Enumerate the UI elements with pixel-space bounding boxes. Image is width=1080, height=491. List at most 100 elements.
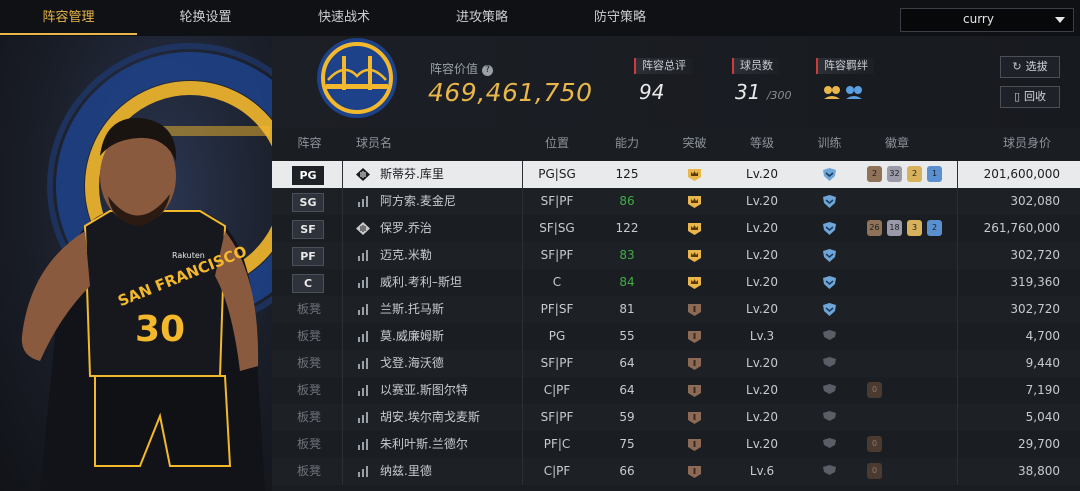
- slot-bench: 板凳: [296, 464, 321, 478]
- table-row[interactable]: 板凳 莫.威廉姆斯 PG 55 Lv.3 4,700: [272, 323, 1080, 350]
- chemistry-link-icon: [824, 86, 862, 99]
- column-divider: [522, 188, 523, 215]
- table-row[interactable]: 板凳 戈登.海沃德 SF|PF 64 Lv.20 9,440: [272, 350, 1080, 377]
- badge-count[interactable]: 2: [927, 220, 942, 236]
- player-price: 319,360: [1010, 275, 1060, 289]
- rank-shield-icon: [688, 304, 701, 316]
- column-divider: [957, 377, 958, 404]
- slot-bench: 板凳: [296, 356, 321, 370]
- col-breakthrough[interactable]: 突破: [667, 128, 722, 158]
- player-name[interactable]: 胡安.埃尔南戈麦斯: [380, 404, 480, 431]
- col-training[interactable]: 训练: [807, 128, 852, 158]
- player-name[interactable]: 莫.威廉姆斯: [380, 323, 444, 350]
- column-divider: [957, 242, 958, 269]
- crown-shield-icon: [688, 223, 701, 235]
- tier-bars-icon: [358, 466, 368, 477]
- table-row[interactable]: 板凳 以赛亚.斯图尔特 C|PF 64 Lv.20 0 7,190: [272, 377, 1080, 404]
- table-row[interactable]: SF 保罗.乔治 SF|SG 122 Lv.20 26 18 3 2 261,760,000: [272, 215, 1080, 242]
- column-divider: [342, 161, 343, 188]
- col-ability[interactable]: 能力: [602, 128, 652, 158]
- player-name[interactable]: 戈登.海沃德: [380, 350, 444, 377]
- tab-rotation[interactable]: 轮换设置: [137, 0, 274, 35]
- table-row[interactable]: 板凳 朱利叶斯.兰德尔 PF|C 75 Lv.20 0 29,700: [272, 431, 1080, 458]
- player-name[interactable]: 斯蒂芬.库里: [380, 161, 444, 188]
- chemistry-icons[interactable]: [822, 83, 864, 105]
- player-ability: 59: [619, 410, 635, 424]
- table-row[interactable]: SG 阿方索.麦金尼 SF|PF 86 Lv.20 302,080: [272, 188, 1080, 215]
- tab-quick-tactics[interactable]: 快速战术: [274, 0, 414, 35]
- training-icon: [823, 195, 836, 208]
- column-divider: [342, 215, 343, 242]
- player-level: Lv.20: [746, 194, 778, 208]
- rank-shield-icon: [688, 439, 701, 451]
- player-ability: 122: [615, 221, 639, 235]
- col-level[interactable]: 等级: [732, 128, 792, 158]
- tab-lineup[interactable]: 阵容管理: [0, 0, 137, 35]
- column-divider: [342, 350, 343, 377]
- recycle-button[interactable]: ▯ 回收: [1000, 86, 1060, 108]
- training-icon: [823, 411, 836, 421]
- tier-bars-icon: [358, 385, 368, 396]
- slot-badge: SF: [292, 220, 324, 239]
- table-row[interactable]: PF 迈克.米勒 SF|PF 83 Lv.20 302,720: [272, 242, 1080, 269]
- rank-shield-icon: [688, 385, 701, 397]
- player-level: Lv.3: [749, 329, 775, 343]
- badge-count[interactable]: 1: [927, 166, 942, 182]
- table-row[interactable]: C 威利.考利–斯坦 C 84 Lv.20 319,360: [272, 269, 1080, 296]
- column-divider: [522, 296, 523, 323]
- column-divider: [342, 269, 343, 296]
- player-price: 302,080: [1010, 194, 1060, 208]
- slot-badge: PG: [292, 166, 324, 185]
- col-slot[interactable]: 阵容: [287, 128, 332, 158]
- table-row[interactable]: 板凳 胡安.埃尔南戈麦斯 SF|PF 59 Lv.20 5,040: [272, 404, 1080, 431]
- column-divider: [342, 404, 343, 431]
- player-name[interactable]: 兰斯.托马斯: [380, 296, 444, 323]
- col-badges[interactable]: 徽章: [867, 128, 927, 158]
- badge-count[interactable]: 0: [867, 463, 882, 479]
- col-name[interactable]: 球员名: [354, 128, 394, 158]
- training-icon: [823, 357, 836, 367]
- tier-bars-icon: [358, 304, 368, 315]
- chevron-down-icon: [1055, 17, 1065, 23]
- help-icon[interactable]: ?: [482, 65, 494, 76]
- badge-count[interactable]: 32: [887, 166, 902, 182]
- badge-count[interactable]: 0: [867, 382, 882, 398]
- column-divider: [342, 188, 343, 215]
- player-name[interactable]: 保罗.乔治: [380, 215, 432, 242]
- table-row[interactable]: PG 斯蒂芬.库里 PG|SG 125 Lv.20 2 32 2 1 201,600,000: [272, 161, 1080, 188]
- column-divider: [342, 296, 343, 323]
- column-divider: [342, 458, 343, 485]
- tab-defense[interactable]: 防守策略: [550, 0, 690, 35]
- player-price: 7,190: [1025, 383, 1060, 397]
- player-name[interactable]: 迈克.米勒: [380, 242, 432, 269]
- player-select[interactable]: curry: [900, 8, 1074, 32]
- badge-count[interactable]: 2: [907, 166, 922, 182]
- training-icon: [823, 222, 836, 235]
- player-name[interactable]: 阿方索.麦金尼: [380, 188, 456, 215]
- tier-bars-icon: [358, 277, 368, 288]
- table-row[interactable]: 板凳 兰斯.托马斯 PF|SF 81 Lv.20 302,720: [272, 296, 1080, 323]
- player-name[interactable]: 威利.考利–斯坦: [380, 269, 462, 296]
- badge-count[interactable]: 0: [867, 436, 882, 452]
- slot-bench: 板凳: [296, 437, 321, 451]
- column-divider: [522, 161, 523, 188]
- column-divider: [522, 242, 523, 269]
- table-row[interactable]: 板凳 纳兹.里德 C|PF 66 Lv.6 0 38,800: [272, 458, 1080, 485]
- column-divider: [522, 404, 523, 431]
- tier-bars-icon: [358, 439, 368, 450]
- select-players-button[interactable]: ↻ 选拔: [1000, 56, 1060, 78]
- column-divider: [957, 188, 958, 215]
- player-portrait: SAN FRANCISCO 30 Rakuten: [0, 36, 272, 491]
- badge-count[interactable]: 2: [867, 166, 882, 182]
- player-name[interactable]: 纳兹.里德: [380, 458, 432, 485]
- tab-offense[interactable]: 进攻策略: [414, 0, 550, 35]
- col-price[interactable]: 球员身价: [992, 128, 1062, 158]
- player-name[interactable]: 以赛亚.斯图尔特: [380, 377, 468, 404]
- player-price: 201,600,000: [983, 167, 1060, 181]
- badge-count[interactable]: 26: [867, 220, 882, 236]
- rating-label: 阵容总评: [634, 58, 692, 74]
- player-name[interactable]: 朱利叶斯.兰德尔: [380, 431, 468, 458]
- badge-count[interactable]: 3: [907, 220, 922, 236]
- badge-count[interactable]: 18: [887, 220, 902, 236]
- col-position[interactable]: 位置: [527, 128, 587, 158]
